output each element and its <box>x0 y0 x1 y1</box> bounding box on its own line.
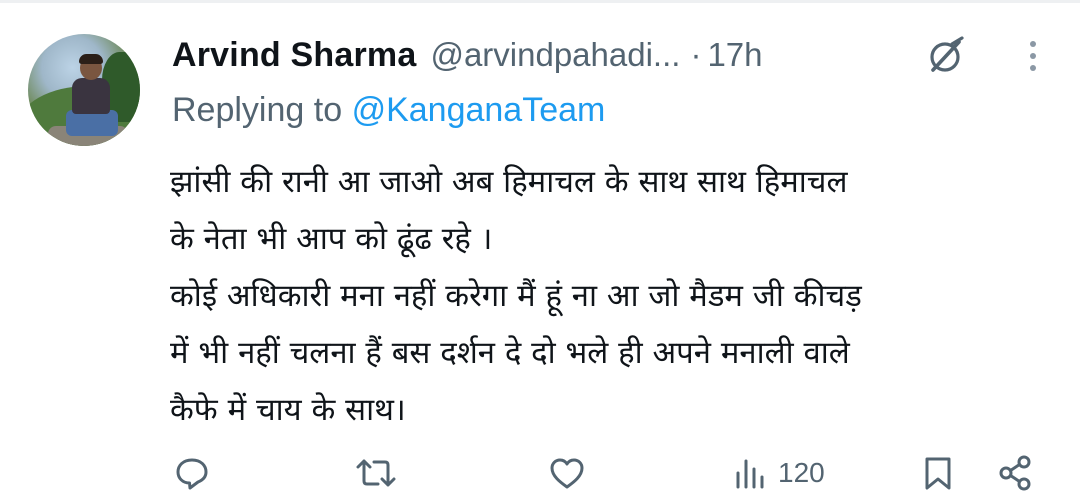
tweet-card[interactable]: Arvind Sharma @arvindpahadi... · 17h Rep… <box>0 0 1080 502</box>
replying-prefix: Replying to <box>172 91 343 129</box>
replying-to: Replying to @KanganaTeam <box>172 91 605 130</box>
views-count: 120 <box>778 457 825 488</box>
retweet-button[interactable] <box>352 450 400 496</box>
grok-icon[interactable] <box>924 34 968 78</box>
retweet-icon <box>356 459 396 487</box>
tweet-text-line: कैफे में चाय के साथ। <box>170 392 406 428</box>
action-bar: 120 <box>0 450 1080 496</box>
like-icon <box>550 458 584 489</box>
tweet-text: झांसी की रानी आ जाओ अब हिमाचल के साथ साथ… <box>170 154 1060 439</box>
bookmark-icon <box>925 457 951 490</box>
bookmark-button[interactable] <box>918 450 958 496</box>
tweet-text-line: झांसी की रानी आ जाओ अब हिमाचल के साथ साथ… <box>170 164 848 200</box>
more-icon[interactable] <box>1024 36 1042 80</box>
separator-dot: · <box>690 36 702 73</box>
avatar-person-body <box>72 78 110 114</box>
like-button[interactable] <box>546 450 588 496</box>
views-icon <box>736 459 764 489</box>
tweet-header: Arvind Sharma @arvindpahadi... · 17h <box>172 33 763 77</box>
reply-button[interactable] <box>172 450 212 496</box>
tweet-text-line: के नेता भी आप को ढूंढ रहे । <box>170 221 493 257</box>
display-name[interactable]: Arvind Sharma <box>172 36 416 75</box>
views-button[interactable]: 120 <box>730 450 825 496</box>
replying-mention-link[interactable]: @KanganaTeam <box>352 91 606 129</box>
tweet-text-line: में भी नहीं चलना हैं बस दर्शन दे दो भले … <box>170 335 850 371</box>
tweet-text-line: कोई अधिकारी मना नहीं करेगा मैं हूं ना आ … <box>170 278 862 314</box>
avatar[interactable] <box>28 34 140 146</box>
avatar-person-hair <box>79 54 103 64</box>
timestamp[interactable]: 17h <box>707 36 762 74</box>
user-handle[interactable]: @arvindpahadi... <box>430 36 680 74</box>
share-icon <box>999 455 1031 491</box>
share-button[interactable] <box>996 450 1036 496</box>
reply-icon <box>176 458 208 490</box>
